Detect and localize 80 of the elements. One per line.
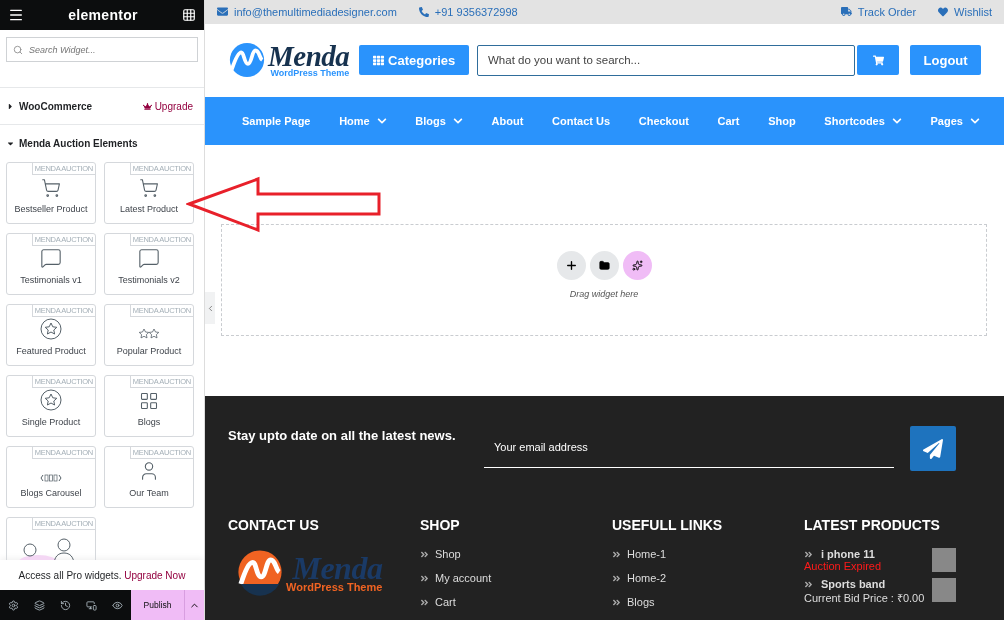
- phone-icon: [418, 6, 429, 17]
- footer-link[interactable]: Home-1: [612, 548, 804, 560]
- footer-link[interactable]: My account: [420, 572, 612, 584]
- auction-status: Auction Expired: [804, 560, 883, 572]
- widget-label: Blogs Carousel: [20, 488, 82, 498]
- double-chevron-icon: [804, 579, 813, 589]
- folder-icon: [598, 260, 610, 271]
- search-icon: [13, 45, 23, 55]
- promo-text: Access all Pro widgets. Upgrade Now: [18, 569, 186, 581]
- widget-label: Testimonials v1: [20, 275, 82, 285]
- bid-price: Current Bid Price : ₹0.00: [804, 591, 926, 605]
- carousel-icon: [40, 474, 62, 482]
- product-link[interactable]: Sports band: [804, 578, 932, 590]
- speech-bubble-icon: [138, 247, 160, 269]
- double-chevron-icon: [420, 549, 429, 559]
- envelope-icon: [217, 6, 228, 18]
- phone-link[interactable]: +91 9356372998: [418, 5, 518, 18]
- template-button[interactable]: [589, 251, 619, 280]
- drop-zone[interactable]: Drag widget here: [221, 224, 987, 336]
- double-chevron-icon: [804, 549, 813, 559]
- search-field[interactable]: What do you want to search...: [477, 44, 856, 76]
- top-link[interactable]: Wishlist: [938, 5, 992, 18]
- publish-button[interactable]: Publish: [130, 590, 185, 620]
- drop-hint: Drag widget here: [569, 289, 639, 299]
- stars-icon: [138, 328, 160, 340]
- footer-link[interactable]: Cart: [420, 596, 612, 608]
- speech-bubble-icon: [40, 247, 62, 269]
- widget-label: Our Team: [129, 488, 169, 498]
- column-heading: USEFULL LINKS: [612, 517, 724, 533]
- footer-link[interactable]: Home-2: [612, 572, 804, 584]
- grid-icon: [139, 391, 159, 411]
- send-button[interactable]: [910, 426, 956, 471]
- truck-icon: [840, 6, 852, 18]
- star-circle-icon: [40, 389, 62, 411]
- product-thumbnail: [932, 578, 956, 602]
- double-chevron-icon: [420, 573, 429, 583]
- cart-button[interactable]: [857, 45, 900, 76]
- widget-label: Featured Product: [16, 346, 86, 356]
- plus-icon: [564, 259, 578, 272]
- upgrade-link[interactable]: Upgrade Now: [124, 569, 186, 581]
- product-thumbnail: [932, 548, 956, 572]
- footer-link[interactable]: Shop: [420, 548, 612, 560]
- widget-label: Latest Product: [119, 204, 178, 214]
- logo-name: Menda: [292, 551, 383, 584]
- widget-label: Blogs: [137, 417, 161, 427]
- email-link[interactable]: info@themultimediadesigner.com: [217, 5, 397, 18]
- logo-tagline: WordPress Theme: [286, 581, 383, 593]
- logo-mark-icon: [228, 41, 266, 80]
- upgrade-link[interactable]: Upgrade: [142, 100, 193, 112]
- newsletter-heading: Stay upto date on all the latest news.: [228, 428, 457, 443]
- column-heading: CONTACT US: [228, 517, 320, 533]
- cart-icon: [139, 178, 159, 198]
- paper-plane-icon: [923, 438, 943, 459]
- crown-icon: [142, 101, 152, 111]
- double-chevron-icon: [612, 549, 621, 559]
- cart-icon: [41, 178, 61, 198]
- star-circle-icon: [40, 318, 62, 340]
- widget-label: Popular Product: [116, 346, 182, 356]
- top-link[interactable]: Track Order: [840, 5, 917, 18]
- widget-label: Testimonials v2: [118, 275, 180, 285]
- column-heading: SHOP: [420, 517, 461, 533]
- widget-label: Bestseller Product: [14, 204, 88, 214]
- product-link[interactable]: i phone 11: [804, 548, 932, 560]
- menu-icon[interactable]: [8, 7, 24, 23]
- apps-grid-icon[interactable]: [182, 8, 196, 22]
- widget-label: Single Product: [21, 417, 81, 427]
- app-logo: elementor: [68, 7, 138, 23]
- sparkles-icon: [631, 260, 643, 271]
- footer-link[interactable]: Blogs: [612, 596, 804, 608]
- collapse-handle[interactable]: [205, 292, 215, 324]
- heart-icon: [938, 6, 949, 17]
- column-heading: LATEST PRODUCTS: [804, 517, 941, 533]
- logo-mark-icon: [236, 548, 284, 596]
- ai-button[interactable]: [622, 251, 652, 280]
- cart-icon: [872, 54, 884, 66]
- grid-icon: [373, 54, 385, 66]
- email-field[interactable]: Your email address: [484, 426, 894, 468]
- double-chevron-icon: [420, 597, 429, 607]
- double-chevron-icon: [612, 597, 621, 607]
- double-chevron-icon: [612, 573, 621, 583]
